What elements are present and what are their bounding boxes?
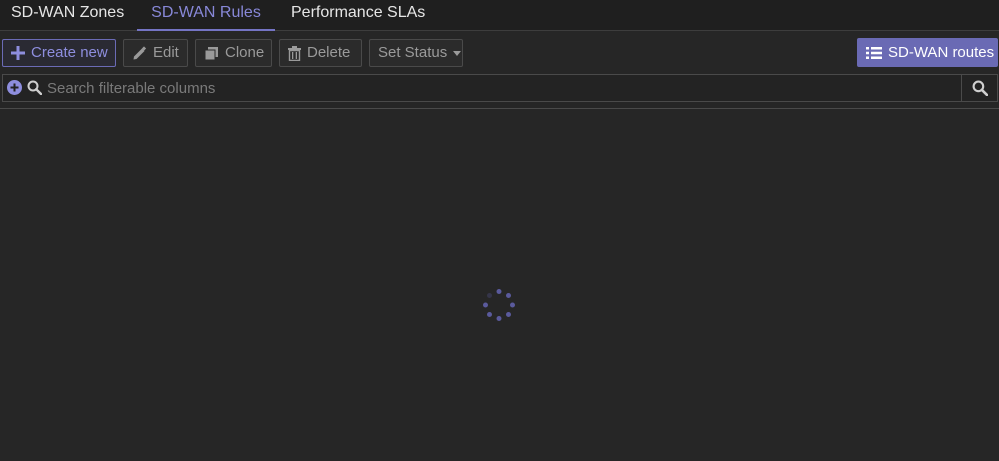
list-icon: [866, 46, 882, 60]
set-status-label: Set Status: [378, 44, 448, 61]
tab-sd-wan-zones[interactable]: SD-WAN Zones: [0, 0, 135, 31]
search-left-icons: [7, 80, 42, 95]
tab-sd-wan-rules[interactable]: SD-WAN Rules: [137, 0, 275, 31]
create-new-button[interactable]: Create new: [2, 39, 116, 67]
search-icon: [972, 80, 988, 96]
create-new-label: Create new: [31, 44, 108, 61]
search-button[interactable]: [961, 75, 997, 101]
set-status-dropdown[interactable]: Set Status: [369, 39, 463, 67]
add-circle-icon[interactable]: [7, 80, 22, 95]
pencil-icon: [132, 45, 147, 61]
search-input[interactable]: [47, 75, 959, 101]
caret-down-icon: [453, 50, 462, 56]
edit-label: Edit: [153, 44, 179, 61]
sd-wan-routes-button[interactable]: SD-WAN routes: [857, 38, 998, 67]
delete-label: Delete: [307, 44, 351, 61]
edit-button[interactable]: Edit: [123, 39, 188, 67]
search-icon: [27, 80, 42, 95]
clone-button[interactable]: Clone: [195, 39, 272, 67]
tab-bar: SD-WAN Zones SD-WAN Rules Performance SL…: [0, 0, 999, 31]
content-divider: [0, 108, 999, 109]
spinner-icon: [481, 287, 517, 323]
tab-performance-slas[interactable]: Performance SLAs: [291, 0, 425, 31]
clone-label: Clone: [225, 44, 265, 61]
trash-icon: [288, 45, 301, 61]
plus-icon: [11, 46, 25, 60]
search-bar: [2, 74, 998, 102]
clone-icon: [204, 46, 219, 61]
delete-button[interactable]: Delete: [279, 39, 362, 67]
sd-wan-routes-label: SD-WAN routes: [888, 43, 995, 61]
toolbar: Create new Edit Clone Delete Set Status …: [0, 32, 999, 73]
